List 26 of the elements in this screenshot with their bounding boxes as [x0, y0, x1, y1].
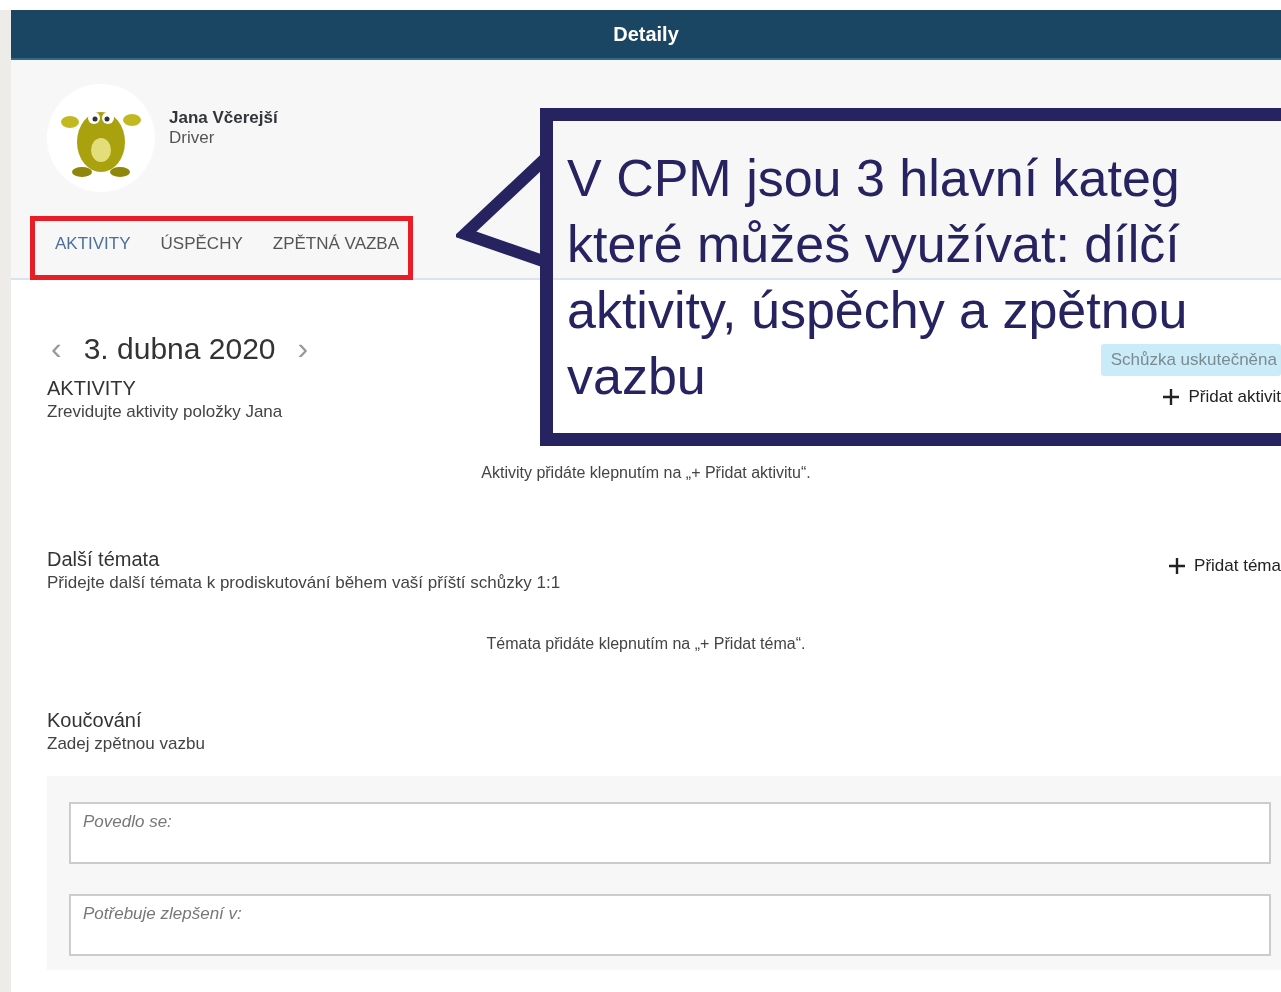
tab[interactable]: AKTIVITY	[51, 230, 135, 258]
status-badge: Schůzka uskutečněna	[1100, 344, 1281, 376]
person-name: Jana Včerejší	[169, 108, 278, 128]
feedback-field[interactable]: Potřebuje zlepšení v:	[69, 894, 1271, 956]
plus-icon	[1162, 388, 1181, 406]
empty-message: Aktivity přidáte klepnutím na „+ Přidat aktivitu“.	[480, 464, 812, 482]
section-subtitle: Přidejte další témata k prodiskutování během vaší příští schůzky 1:1	[47, 573, 561, 593]
plus-icon	[1168, 557, 1187, 575]
tab[interactable]: ÚSPĚCHY	[156, 230, 247, 258]
empty-message: Témata přidáte klepnutím na „+ Přidat téma“.	[485, 635, 807, 653]
callout-line: vazbu	[567, 346, 706, 407]
section-title: Koučování	[47, 709, 142, 732]
callout-line: V CPM jsou 3 hlavní kateg	[567, 148, 1180, 209]
section-title: Další témata	[47, 548, 160, 571]
add-button[interactable]: Přidat aktivit	[1162, 387, 1281, 407]
section-subtitle: Zrevidujte aktivity položky Jana	[47, 402, 283, 422]
feedback-field[interactable]: Povedlo se:	[69, 802, 1271, 864]
section-title: AKTIVITY	[47, 377, 136, 400]
person-role: Driver	[169, 128, 216, 148]
add-button[interactable]: Přidat téma	[1168, 556, 1281, 576]
header-title: Detaily	[613, 22, 679, 46]
section-subtitle: Zadej zpětnou vazbu	[47, 734, 205, 754]
callout-line: aktivity, úspěchy a zpětnou	[567, 280, 1188, 341]
tab[interactable]: ZPĚTNÁ VAZBA	[268, 230, 404, 258]
callout-line: které můžeš využívat: dílčí	[567, 214, 1180, 275]
meeting-date: 3. dubna 2020	[83, 331, 276, 366]
